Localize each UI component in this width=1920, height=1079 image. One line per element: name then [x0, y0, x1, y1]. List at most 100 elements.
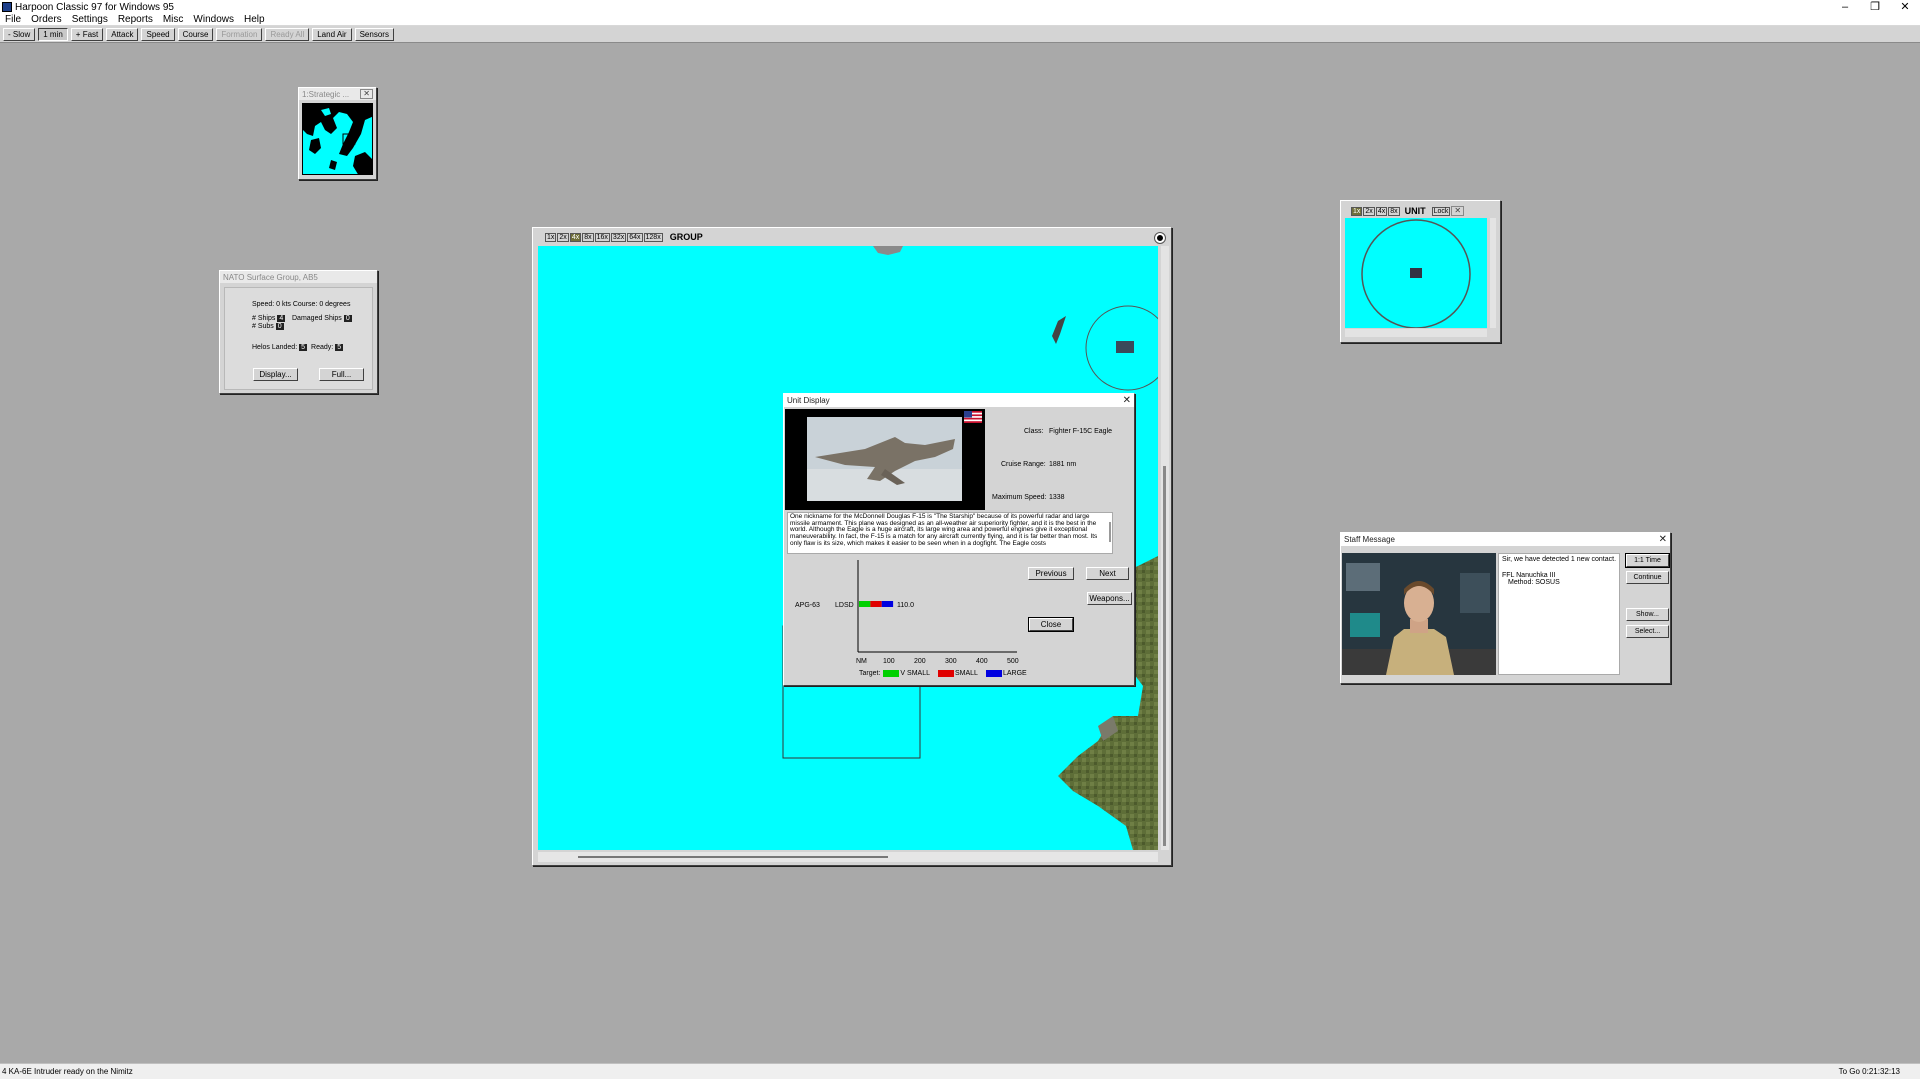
full-button[interactable]: Full... — [319, 368, 364, 381]
staff-officer-photo — [1342, 553, 1496, 675]
unit-label: UNIT — [1404, 206, 1426, 216]
ships-count: # Ships 4 — [252, 315, 287, 322]
sensor-mode: LDSD — [835, 602, 854, 609]
slow-button[interactable]: - Slow — [3, 27, 36, 41]
close-dialog-button[interactable]: Close — [1028, 617, 1074, 632]
show-button[interactable]: Show... — [1626, 608, 1669, 621]
group-zoom-8x[interactable]: 8x — [582, 232, 594, 242]
group-zoom-64x[interactable]: 64x — [627, 232, 643, 242]
max-speed-label: Maximum Speed: — [992, 494, 1047, 501]
strategic-map-window[interactable]: 1:Strategic ... ✕ — [298, 87, 377, 180]
cruise-range-label: Cruise Range: — [1001, 461, 1046, 468]
legend-swatch-large — [985, 670, 1002, 677]
speed-button[interactable]: Speed — [141, 27, 175, 41]
subs-label: # Subs — [252, 323, 274, 330]
group-zoom-2x[interactable]: 2x — [557, 232, 569, 242]
lock-button[interactable]: Lock — [1431, 206, 1451, 216]
unit-zoom-2x[interactable]: 2x — [1363, 206, 1375, 216]
group-info-panel: Speed: 0 kts Course: 0 degrees # Ships 4 … — [224, 287, 373, 390]
display-button[interactable]: Display... — [253, 368, 298, 381]
fast-button[interactable]: + Fast — [70, 27, 104, 41]
staff-message-title: Staff Message — [1344, 535, 1395, 544]
damaged-ships-count: Damaged Ships 0 — [292, 315, 354, 322]
group-info-caption[interactable]: NATO Surface Group, AB5 — [220, 271, 377, 283]
subs-value: 0 — [275, 323, 284, 330]
menu-misc[interactable]: Misc — [158, 14, 189, 25]
unit-map[interactable] — [1345, 218, 1487, 329]
app-title: Harpoon Classic 97 for Windows 95 — [15, 1, 174, 13]
group-horizontal-scrollbar[interactable] — [538, 852, 1158, 862]
menu-reports[interactable]: Reports — [113, 14, 158, 25]
title-bar: Harpoon Classic 97 for Windows 95 – ❐ ✕ — [0, 0, 1920, 14]
staff-message-line-3: Method: SOSUS — [1508, 579, 1560, 586]
weapons-button[interactable]: Weapons... — [1087, 592, 1132, 605]
strategic-map[interactable] — [302, 103, 373, 175]
staff-message-dialog[interactable]: Staff Message ✕ Sir, we have detected 1 … — [1340, 532, 1671, 684]
f15-eagle-image — [807, 417, 962, 501]
unit-display-caption[interactable]: Unit Display ✕ — [784, 394, 1134, 407]
window-controls: – ❐ ✕ — [1830, 0, 1920, 14]
range-bar-large — [881, 601, 894, 607]
formation-button[interactable]: Formation — [216, 27, 263, 41]
group-zoom-32x[interactable]: 32x — [610, 232, 627, 242]
group-toolbar: 1x 2x 4x 8x 16x 32x 64x 128x GROUP — [545, 232, 703, 242]
previous-button[interactable]: Previous — [1028, 567, 1074, 580]
strategic-landmass — [303, 104, 372, 174]
unit-close-icon[interactable]: ✕ — [1451, 206, 1465, 216]
app-icon — [2, 2, 12, 12]
group-zoom-4x[interactable]: 4x — [569, 232, 582, 242]
unit-display-dialog[interactable]: Unit Display ✕ Class: Fighter F-15C Eagl… — [783, 393, 1135, 686]
cruise-range-value: 1881 nm — [1049, 461, 1077, 468]
helos-label: Helos Landed: — [252, 344, 298, 351]
menu-windows[interactable]: Windows — [188, 14, 239, 25]
strategic-window-caption[interactable]: 1:Strategic ... ✕ — [299, 88, 376, 100]
unit-zoom-8x[interactable]: 8x — [1388, 206, 1400, 216]
group-zoom-128x[interactable]: 128x — [643, 232, 663, 242]
class-value: Fighter F-15C Eagle — [1049, 428, 1113, 435]
speed-course-text: Speed: 0 kts Course: 0 degrees — [252, 301, 351, 308]
group-info-window[interactable]: NATO Surface Group, AB5 Speed: 0 kts Cou… — [219, 270, 378, 394]
minimize-button[interactable]: – — [1830, 0, 1860, 14]
staff-message-line-2: FFL Nanuchka III — [1502, 571, 1556, 579]
axis-tick-200: 200 — [914, 658, 926, 665]
continue-button[interactable]: Continue — [1626, 571, 1669, 584]
ready-all-button[interactable]: Ready All — [265, 27, 310, 41]
unit-display-close-icon[interactable]: ✕ — [1123, 395, 1131, 406]
restore-button[interactable]: ❐ — [1860, 0, 1890, 14]
unit-zoom-1x[interactable]: 1x — [1351, 206, 1363, 216]
group-close-icon[interactable] — [1154, 232, 1166, 244]
unit-horizontal-scrollbar[interactable] — [1345, 329, 1487, 337]
group-vertical-scrollbar[interactable] — [1161, 246, 1169, 850]
menu-settings[interactable]: Settings — [67, 14, 113, 25]
menu-file[interactable]: File — [0, 14, 26, 25]
unit-zoom-4x[interactable]: 4x — [1375, 206, 1388, 216]
staff-close-icon[interactable]: ✕ — [1659, 534, 1667, 545]
select-button[interactable]: Select... — [1626, 625, 1669, 638]
menu-orders[interactable]: Orders — [26, 14, 67, 25]
next-button[interactable]: Next — [1086, 567, 1129, 580]
us-flag-icon — [964, 411, 982, 423]
attack-button[interactable]: Attack — [106, 27, 139, 41]
legend-swatch-small — [937, 670, 954, 677]
menu-help[interactable]: Help — [239, 14, 270, 25]
unit-map-window[interactable]: 1x 2x 4x 8x UNIT Lock ✕ — [1340, 200, 1501, 343]
land-air-button[interactable]: Land Air — [312, 27, 352, 41]
staff-message-caption[interactable]: Staff Message ✕ — [1341, 533, 1670, 546]
strategic-close-icon[interactable]: ✕ — [360, 89, 373, 99]
range-bar-vsmall — [859, 601, 871, 607]
time-scale-button[interactable]: 1:1 Time — [1625, 553, 1670, 568]
max-speed-value: 1338 — [1049, 494, 1065, 501]
description-scrollbar[interactable] — [1106, 512, 1114, 554]
time-to-go: To Go 0:21:32:13 — [1838, 1067, 1900, 1076]
course-button[interactable]: Course — [177, 27, 214, 41]
axis-tick-400: 400 — [976, 658, 988, 665]
ready-label: Ready: — [311, 344, 334, 351]
unit-vertical-scrollbar[interactable] — [1490, 218, 1496, 328]
time-step-button[interactable]: 1 min — [38, 27, 68, 41]
close-button[interactable]: ✕ — [1890, 0, 1920, 14]
class-label: Class: — [1024, 428, 1044, 435]
aircraft-description[interactable]: One nickname for the McDonnell Douglas F… — [787, 512, 1113, 554]
group-zoom-1x[interactable]: 1x — [545, 232, 557, 242]
sensors-button[interactable]: Sensors — [354, 27, 394, 41]
group-zoom-16x[interactable]: 16x — [594, 232, 610, 242]
